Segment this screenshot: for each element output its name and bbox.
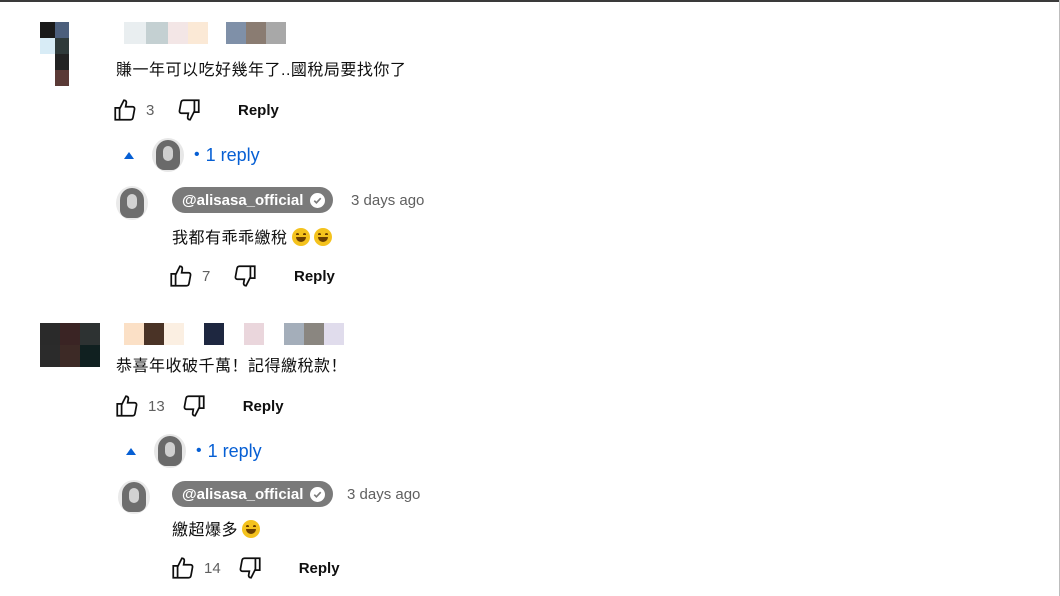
reply-text: 繳超爆多	[172, 516, 261, 540]
reply-text: 我都有乖乖繳稅	[172, 224, 332, 248]
comment-text: 賺一年可以吃好幾年了..國稅局要找你了	[116, 62, 407, 79]
reply-author-chip[interactable]: @alisasa_official	[172, 481, 334, 507]
separator-dot: •	[194, 146, 200, 163]
reply-count-link[interactable]: 1 reply	[206, 145, 260, 166]
thumbs-down-icon[interactable]	[232, 263, 258, 289]
comment-actions: 13 Reply	[114, 392, 284, 420]
commenter-avatar[interactable]	[40, 323, 100, 367]
grinning-face-icon	[242, 520, 261, 538]
thumbs-down-icon[interactable]	[181, 393, 207, 419]
comment-text: 恭喜年收破千萬！記得繳稅款！	[116, 358, 348, 375]
reply-text-content: 我都有乖乖繳稅	[172, 230, 288, 247]
like-count: 13	[148, 397, 165, 415]
verified-check-icon	[310, 486, 326, 502]
separator-dot: •	[196, 442, 202, 459]
thumbs-up-icon[interactable]	[170, 555, 196, 581]
caret-up-icon	[126, 447, 136, 455]
reply-button[interactable]: Reply	[299, 560, 340, 577]
thumbs-up-icon[interactable]	[114, 393, 140, 419]
top-border	[0, 0, 1060, 2]
reply-author-chip[interactable]: @alisasa_official	[172, 187, 334, 213]
commenter-name-redacted[interactable]	[124, 323, 344, 345]
replier-avatar-mini	[154, 434, 186, 468]
verified-check-icon	[310, 192, 326, 208]
reply-timestamp[interactable]: 3 days ago	[347, 486, 420, 503]
reply-author-avatar[interactable]	[116, 186, 148, 220]
comment-actions: 3 Reply	[112, 96, 279, 124]
reply-button[interactable]: Reply	[238, 102, 279, 119]
reply-author-name: @alisasa_official	[182, 485, 304, 503]
like-count: 14	[204, 559, 221, 577]
replier-avatar-mini	[152, 138, 184, 172]
thumbs-up-icon[interactable]	[168, 263, 194, 289]
grinning-face-icon	[291, 228, 310, 246]
replies-toggle[interactable]: • 1 reply	[126, 434, 262, 468]
commenter-name-redacted[interactable]	[124, 22, 286, 44]
thumbs-up-icon[interactable]	[112, 97, 138, 123]
reply-author-avatar[interactable]	[118, 480, 150, 514]
reply-author-name: @alisasa_official	[182, 191, 304, 209]
thumbs-down-icon[interactable]	[176, 97, 202, 123]
reply-actions: 14 Reply	[170, 554, 340, 582]
reply-actions: 7 Reply	[168, 262, 335, 290]
caret-up-icon	[124, 151, 134, 159]
like-count: 7	[202, 267, 211, 285]
reply-button[interactable]: Reply	[243, 398, 284, 415]
like-count: 3	[146, 101, 155, 119]
reply-count-link[interactable]: 1 reply	[208, 441, 262, 462]
thumbs-down-icon[interactable]	[237, 555, 263, 581]
reply-button[interactable]: Reply	[294, 268, 335, 285]
replies-toggle[interactable]: • 1 reply	[124, 138, 260, 172]
grinning-face-icon	[313, 228, 332, 246]
reply-text-content: 繳超爆多	[172, 522, 239, 539]
reply-timestamp[interactable]: 3 days ago	[351, 192, 424, 209]
commenter-avatar[interactable]	[40, 22, 84, 86]
